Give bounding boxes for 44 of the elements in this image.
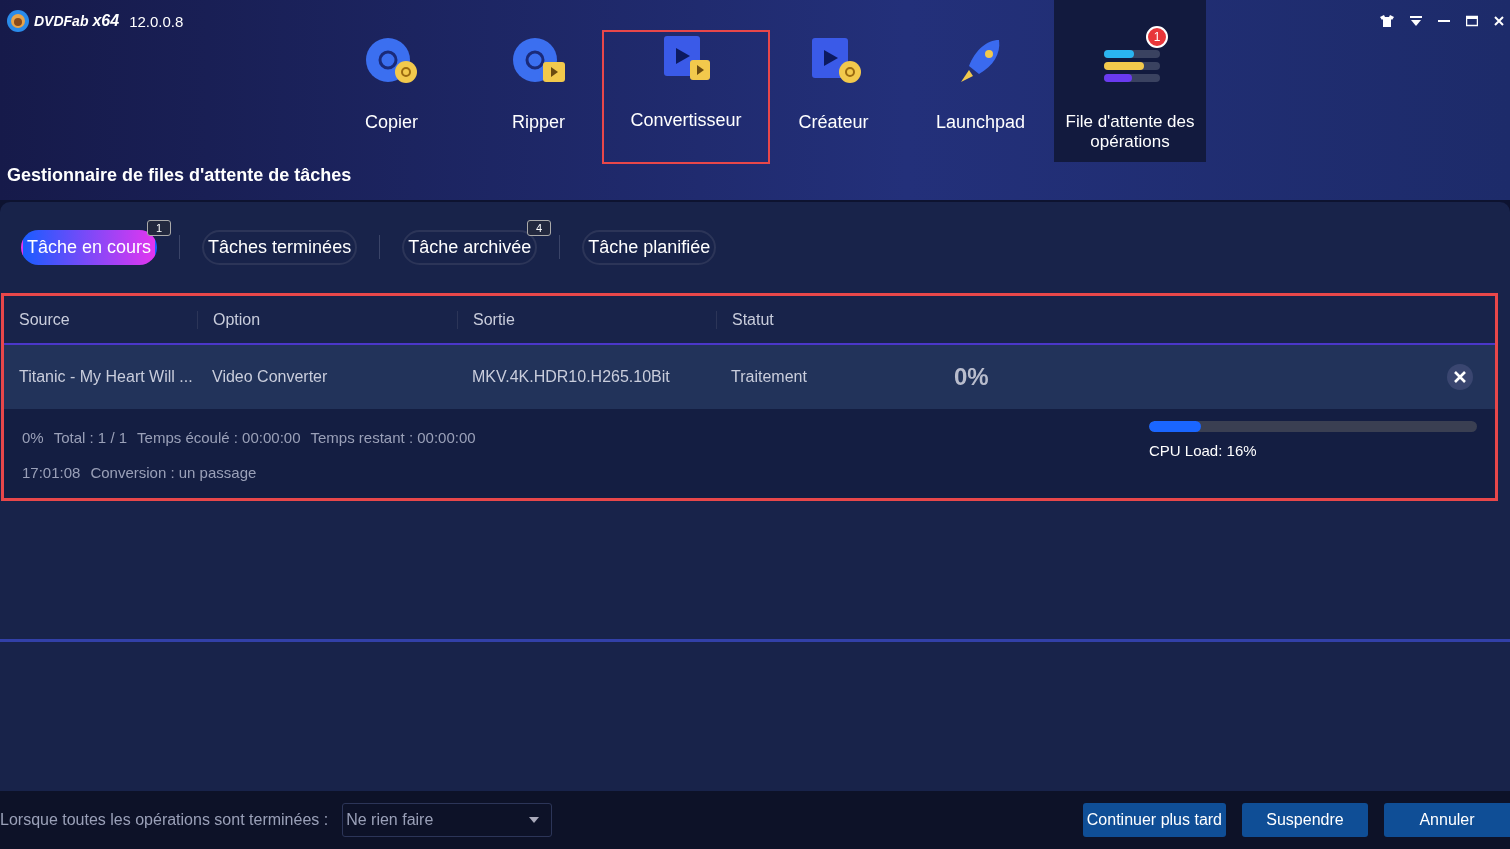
nav-item[interactable]: Convertisseur — [602, 30, 770, 164]
column-header: Source — [18, 310, 71, 329]
progress-percent: 0% — [954, 363, 990, 391]
tab[interactable]: Tâches terminées — [202, 229, 358, 265]
completion-label: Lorsque toutes les opérations sont terminées : — [0, 811, 329, 829]
nav-item[interactable]: Copier — [318, 0, 465, 162]
page-heading: Gestionnaire de files d'attente de tâches — [7, 165, 352, 186]
footer-button[interactable]: Suspendre — [1242, 803, 1368, 837]
count-badge: 4 — [527, 219, 552, 236]
output-cell-text: MKV.4K.HDR10.H265.10Bit — [471, 368, 671, 386]
detail-text: Conversion : un passage — [90, 464, 257, 481]
brand-arch: x64 — [92, 12, 120, 30]
nav-item[interactable]: Launchpad — [907, 0, 1054, 162]
footer-button[interactable]: Continuer plus tard — [1082, 803, 1226, 837]
column-header: Option — [197, 310, 457, 329]
close-icon[interactable] — [1494, 15, 1504, 27]
footer-button[interactable]: Annuler — [1384, 803, 1510, 837]
tab[interactable]: Tâche en cours — [21, 229, 158, 265]
cpu-load-label: CPU Load: 16% — [1149, 442, 1258, 459]
shirt-icon[interactable] — [1380, 15, 1394, 27]
caret-icon — [529, 817, 540, 823]
close-icon — [1453, 370, 1467, 384]
column-header: Sortie — [457, 310, 716, 329]
maximize-icon[interactable] — [1466, 15, 1478, 27]
task-row[interactable]: Titanic - My Heart Will ... Video Converter MKV.4K.HDR10.H265.10Bit Traitement 0% — [4, 345, 1495, 409]
completion-action-dropdown[interactable]: Ne rien faire — [342, 803, 553, 837]
status-cell-text: Traitement — [730, 368, 808, 386]
brand-name: DVDFab — [34, 13, 89, 29]
remove-button[interactable] — [1447, 364, 1473, 390]
dropdown-icon[interactable] — [1410, 15, 1422, 27]
app-version: 12.0.0.8 — [129, 12, 184, 30]
logo-icon — [6, 9, 30, 33]
tab[interactable]: Tâche planifiée — [582, 229, 717, 265]
count-badge: 1 — [1146, 26, 1168, 48]
detail-text: 17:01:08 — [22, 464, 81, 481]
detail-text: Temps écoulé : 00:00:00 — [137, 429, 301, 446]
count-badge: 1 — [146, 219, 172, 236]
source-cell-text: Titanic - My Heart Will ... — [18, 368, 194, 386]
detail-text: 0% — [22, 429, 44, 446]
column-header: Statut — [716, 310, 942, 329]
option-cell-text: Video Converter — [211, 368, 329, 386]
detail-text: Total : 1 / 1 — [53, 429, 128, 446]
nav-item[interactable]: 1 File d'attente des opérations — [1054, 0, 1206, 162]
detail-text: Temps restant : 00:00:00 — [310, 429, 476, 446]
